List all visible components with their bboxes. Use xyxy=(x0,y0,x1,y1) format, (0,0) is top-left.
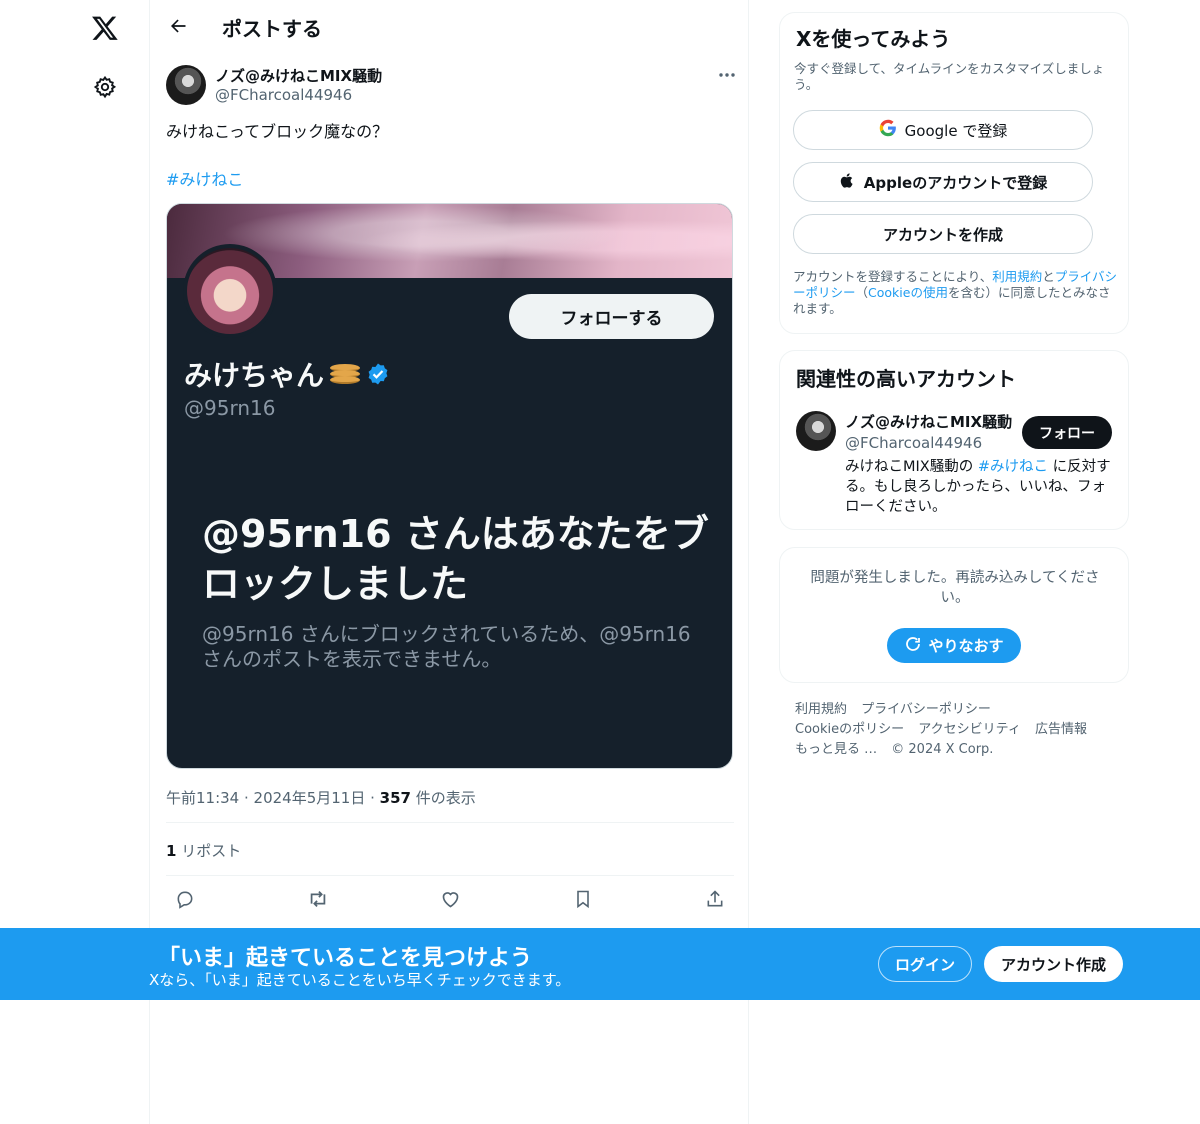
footer-link-ads[interactable]: 広告情報 xyxy=(1035,722,1087,737)
divider xyxy=(166,822,734,823)
google-icon xyxy=(879,119,897,141)
tweet-date[interactable]: 2024年5月11日 xyxy=(254,789,366,807)
signup-button[interactable]: アカウント作成 xyxy=(984,946,1123,982)
relevant-account-name[interactable]: ノズ@みけねこMIX騒動 xyxy=(845,411,1012,432)
reposts-count: 1 xyxy=(166,842,177,860)
reply-icon[interactable] xyxy=(168,880,202,918)
relevant-account-handle[interactable]: @FCharcoal44946 xyxy=(845,434,982,452)
image-profile-name-text: みけちゃん xyxy=(184,359,325,392)
error-message: 問題が発生しました。再読み込みしてください。 xyxy=(810,570,1100,606)
bottom-signup-banner: 「いま」起きていることを見つけよう Xなら、「いま」起きていることをいち早くチェ… xyxy=(0,928,1200,1000)
bookmark-icon[interactable] xyxy=(566,880,600,918)
tweet-time[interactable]: 午前11:34 xyxy=(166,789,239,807)
page-header: ポストする xyxy=(150,0,750,53)
apple-icon xyxy=(839,171,856,194)
google-signup-label: Google で登録 xyxy=(904,121,1008,140)
create-account-button[interactable]: アカウントを作成 xyxy=(793,214,1093,254)
footer-link-accessibility[interactable]: アクセシビリティ xyxy=(918,722,1021,737)
tweet-meta: 午前11:34 · 2024年5月11日 · 357 件の表示 xyxy=(166,789,476,807)
share-icon[interactable] xyxy=(698,880,732,918)
pancake-emoji-icon xyxy=(330,361,361,387)
relevant-account-bio: みけねこMIX騒動の #みけねこ に反対する。もし良ろしかったら、いいね、フォロ… xyxy=(845,457,1115,517)
follow-button[interactable]: フォロー xyxy=(1022,416,1112,449)
signup-legal-text: アカウントを登録することにより、利用規約とプライバシーポリシー（Cookieの使… xyxy=(793,269,1121,317)
refresh-icon xyxy=(904,635,922,657)
tweet-image[interactable]: フォローする みけちゃん @95rn16 @95rn16 さんはあなたをブロック… xyxy=(166,203,733,769)
footer-link-terms[interactable]: 利用規約 xyxy=(795,702,847,717)
footer-link-privacy[interactable]: プライバシーポリシー xyxy=(861,702,991,717)
apple-signup-button[interactable]: Appleのアカウントで登録 xyxy=(793,162,1093,202)
repost-count-line[interactable]: 1 リポスト xyxy=(166,840,241,861)
tweet-text: みけねこってブロック魔なの？ xyxy=(166,122,389,141)
avatar[interactable] xyxy=(796,411,836,451)
terms-link[interactable]: 利用規約 xyxy=(992,269,1042,284)
author-avatar[interactable] xyxy=(166,65,206,105)
more-icon[interactable] xyxy=(710,62,744,88)
legal-and: と xyxy=(1042,269,1055,284)
divider xyxy=(166,875,734,876)
footer-copyright: © 2024 X Corp. xyxy=(891,742,994,757)
back-arrow-icon[interactable] xyxy=(160,8,196,44)
reposts-label: リポスト xyxy=(181,842,242,860)
repost-icon[interactable] xyxy=(301,880,335,918)
bio-pre: みけねこMIX騒動の xyxy=(845,459,978,475)
legal-paren: （ xyxy=(855,285,869,300)
gear-icon[interactable] xyxy=(83,65,127,109)
x-logo-icon[interactable] xyxy=(83,6,127,50)
apple-signup-label: Appleのアカウントで登録 xyxy=(863,173,1048,192)
image-blocked-description: @95rn16 さんにブロックされているため、@95rn16 さんのポストを表示… xyxy=(202,622,691,671)
relevant-accounts-card: 関連性の高いアカウント ノズ@みけねこMIX騒動 @FCharcoal44946… xyxy=(779,350,1129,530)
image-profile-handle: @95rn16 xyxy=(184,396,276,420)
error-card: 問題が発生しました。再読み込みしてください。 やりなおす xyxy=(779,547,1129,683)
google-signup-button[interactable]: Google で登録 xyxy=(793,110,1093,150)
footer-link-cookie[interactable]: Cookieのポリシー xyxy=(795,722,904,737)
relevant-title: 関連性の高いアカウント xyxy=(796,367,1016,391)
image-profile-avatar xyxy=(183,244,277,338)
image-follow-button: フォローする xyxy=(509,294,714,339)
image-profile-name: みけちゃん xyxy=(184,354,390,394)
signup-subtitle: 今すぐ登録して、タイムラインをカスタマイズしましょう。 xyxy=(794,61,1105,92)
page-title: ポストする xyxy=(222,17,322,41)
tweet-actions xyxy=(166,880,734,920)
retry-button[interactable]: やりなおす xyxy=(887,628,1021,663)
footer-links: 利用規約 プライバシーポリシー Cookieのポリシー アクセシビリティ 広告情… xyxy=(795,700,1125,760)
author-name[interactable]: ノズ@みけねこMIX騒動 xyxy=(215,65,382,86)
tweet-hashtag[interactable]: #みけねこ xyxy=(166,168,243,192)
banner-title: 「いま」起きていることを見つけよう xyxy=(158,946,533,971)
banner-subtitle: Xなら、「いま」起きていることをいち早くチェックできます。 xyxy=(149,971,571,989)
cookie-link[interactable]: Cookieの使用 xyxy=(868,285,948,300)
signup-card: Xを使ってみよう 今すぐ登録して、タイムラインをカスタマイズしましょう。 Goo… xyxy=(779,12,1129,334)
views-label: 件の表示 xyxy=(415,789,476,807)
footer-link-more[interactable]: もっと見る … xyxy=(795,742,877,757)
retry-label: やりなおす xyxy=(928,637,1004,655)
legal-pre: アカウントを登録することにより、 xyxy=(793,269,993,284)
login-button[interactable]: ログイン xyxy=(878,946,972,982)
signup-title: Xを使ってみよう xyxy=(796,27,951,51)
verified-icon xyxy=(366,362,390,386)
views-count: 357 xyxy=(379,789,411,807)
bio-hashtag[interactable]: #みけねこ xyxy=(978,459,1048,475)
image-blocked-title: @95rn16 さんはあなたをブロックしました xyxy=(202,512,709,606)
author-handle[interactable]: @FCharcoal44946 xyxy=(215,86,352,104)
like-icon[interactable] xyxy=(433,880,467,918)
